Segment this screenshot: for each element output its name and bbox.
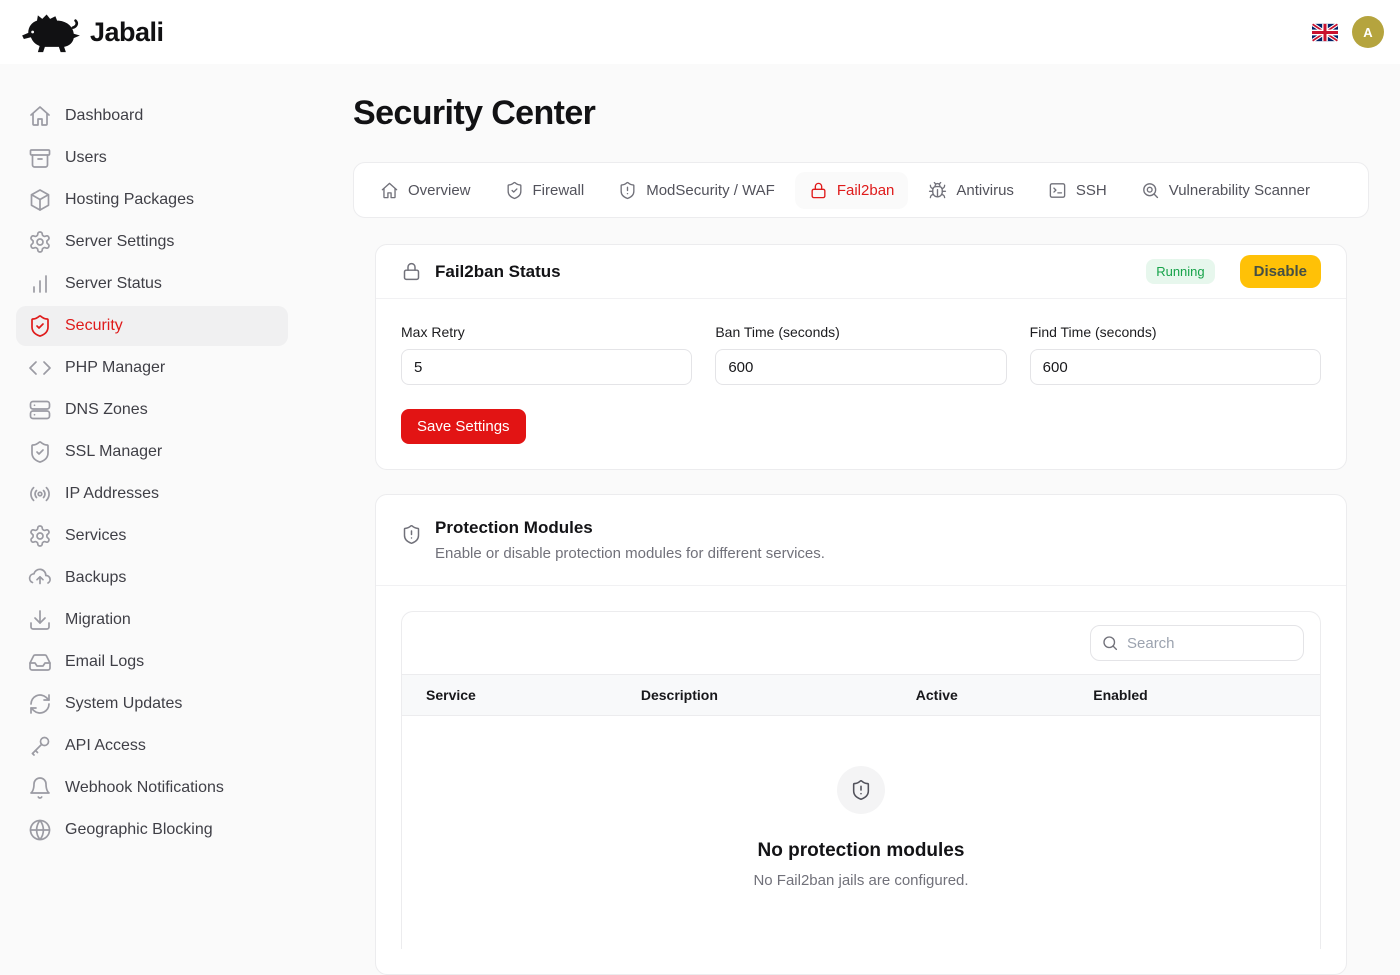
code-icon: [28, 356, 52, 380]
lock-icon: [401, 261, 422, 282]
radio-icon: [28, 482, 52, 506]
tab-overview[interactable]: Overview: [366, 172, 485, 209]
fail2ban-status-card: Fail2ban Status Running Disable Max Retr…: [375, 244, 1347, 470]
package-icon: [28, 188, 52, 212]
bar-chart-icon: [28, 272, 52, 296]
server-icon: [28, 398, 52, 422]
top-header: Jabali A: [0, 0, 1400, 64]
empty-state-message: No Fail2ban jails are configured.: [753, 872, 968, 889]
download-icon: [28, 608, 52, 632]
disable-button[interactable]: Disable: [1240, 255, 1321, 288]
status-badge: Running: [1146, 259, 1214, 284]
brand-name: Jabali: [90, 17, 164, 48]
ban-time-field: Ban Time (seconds): [715, 324, 1006, 385]
column-description: Description: [641, 687, 916, 703]
page-title: Security Center: [353, 94, 1369, 133]
modules-card-title: Protection Modules: [435, 518, 825, 538]
uk-flag-icon[interactable]: [1312, 23, 1338, 42]
bell-icon: [28, 776, 52, 800]
shield-check-icon: [28, 314, 52, 338]
tab-ssh[interactable]: SSH: [1034, 172, 1121, 209]
search-icon: [1101, 634, 1119, 652]
sidebar-item-webhook-notifications[interactable]: Webhook Notifications: [16, 768, 288, 808]
sidebar-item-dns-zones[interactable]: DNS Zones: [16, 390, 288, 430]
table-header-row: Service Description Active Enabled: [402, 674, 1320, 716]
bug-icon: [928, 181, 947, 200]
find-time-input[interactable]: [1030, 349, 1321, 385]
tab-vulnerability-scanner[interactable]: Vulnerability Scanner: [1127, 172, 1324, 209]
archive-icon: [28, 146, 52, 170]
sidebar-item-users[interactable]: Users: [16, 138, 288, 178]
sidebar-item-php-manager[interactable]: PHP Manager: [16, 348, 288, 388]
gear-icon: [28, 230, 52, 254]
column-enabled: Enabled: [1093, 687, 1296, 703]
globe-icon: [28, 818, 52, 842]
ban-time-label: Ban Time (seconds): [715, 324, 1006, 340]
tab-modsecurity-waf[interactable]: ModSecurity / WAF: [604, 172, 789, 209]
gear-icon: [28, 524, 52, 548]
shield-alert-icon: [618, 181, 637, 200]
refresh-icon: [28, 692, 52, 716]
shield-alert-icon: [850, 779, 872, 801]
sidebar-item-server-settings[interactable]: Server Settings: [16, 222, 288, 262]
status-card-title: Fail2ban Status: [435, 262, 561, 282]
security-tabs: Overview Firewall ModSecurity / WAF Fail…: [353, 162, 1369, 218]
shield-alert-icon: [401, 524, 422, 545]
max-retry-input[interactable]: [401, 349, 692, 385]
sidebar-item-dashboard[interactable]: Dashboard: [16, 96, 288, 136]
empty-state-title: No protection modules: [758, 840, 965, 862]
sidebar-item-services[interactable]: Services: [16, 516, 288, 556]
ban-time-input[interactable]: [715, 349, 1006, 385]
search-input[interactable]: [1090, 625, 1304, 661]
sidebar-item-migration[interactable]: Migration: [16, 600, 288, 640]
search-box: [1090, 625, 1304, 661]
home-icon: [28, 104, 52, 128]
shield-check-icon: [28, 440, 52, 464]
inbox-icon: [28, 650, 52, 674]
sidebar-item-system-updates[interactable]: System Updates: [16, 684, 288, 724]
empty-state: No protection modules No Fail2ban jails …: [402, 716, 1320, 949]
tab-firewall[interactable]: Firewall: [491, 172, 599, 209]
max-retry-label: Max Retry: [401, 324, 692, 340]
tab-antivirus[interactable]: Antivirus: [914, 172, 1028, 209]
sidebar-item-email-logs[interactable]: Email Logs: [16, 642, 288, 682]
max-retry-field: Max Retry: [401, 324, 692, 385]
sidebar-item-geographic-blocking[interactable]: Geographic Blocking: [16, 810, 288, 850]
protection-modules-card: Protection Modules Enable or disable pro…: [375, 494, 1347, 975]
terminal-icon: [1048, 181, 1067, 200]
modules-card-subtitle: Enable or disable protection modules for…: [435, 545, 825, 562]
column-active: Active: [916, 687, 1093, 703]
modules-table: Service Description Active Enabled No pr…: [401, 611, 1321, 949]
sidebar-item-ip-addresses[interactable]: IP Addresses: [16, 474, 288, 514]
tab-fail2ban[interactable]: Fail2ban: [795, 172, 909, 209]
empty-state-icon-circle: [837, 766, 885, 814]
sidebar-item-api-access[interactable]: API Access: [16, 726, 288, 766]
main-content: Security Center Overview Firewall ModSec…: [304, 64, 1400, 900]
lock-icon: [809, 181, 828, 200]
save-settings-button[interactable]: Save Settings: [401, 409, 526, 444]
sidebar-item-security[interactable]: Security: [16, 306, 288, 346]
cloud-upload-icon: [28, 566, 52, 590]
avatar[interactable]: A: [1352, 16, 1384, 48]
find-time-field: Find Time (seconds): [1030, 324, 1321, 385]
brand-logo[interactable]: Jabali: [16, 11, 164, 53]
shield-check-icon: [505, 181, 524, 200]
scan-search-icon: [1141, 181, 1160, 200]
sidebar-item-hosting-packages[interactable]: Hosting Packages: [16, 180, 288, 220]
home-icon: [380, 181, 399, 200]
sidebar: Dashboard Users Hosting Packages Server …: [0, 64, 304, 900]
find-time-label: Find Time (seconds): [1030, 324, 1321, 340]
sidebar-item-backups[interactable]: Backups: [16, 558, 288, 598]
key-icon: [28, 734, 52, 758]
boar-logo-icon: [20, 11, 82, 53]
sidebar-item-server-status[interactable]: Server Status: [16, 264, 288, 304]
column-service: Service: [426, 687, 641, 703]
sidebar-item-ssl-manager[interactable]: SSL Manager: [16, 432, 288, 472]
